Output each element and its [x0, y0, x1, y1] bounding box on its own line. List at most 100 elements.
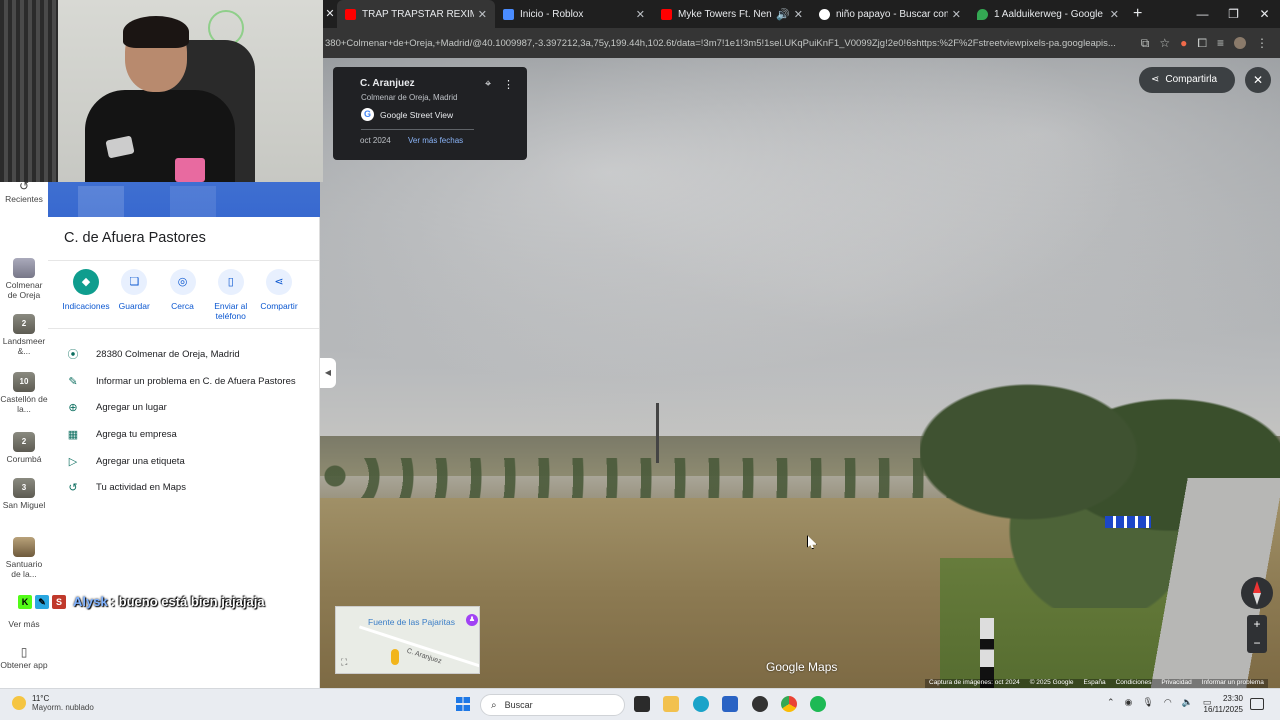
directions-button[interactable]: ◆ Indicaciones [62, 269, 110, 321]
nearby-button[interactable]: ◎ Cerca [159, 269, 207, 321]
minimize-icon[interactable]: — [1187, 0, 1218, 28]
tab-google-maps[interactable]: 1 Aalduikerweg - Google Maps ✕ [969, 0, 1127, 28]
microphone-icon[interactable]: 🎙 [1142, 697, 1153, 708]
tab-youtube-myke[interactable]: Myke Towers Ft. Ñengo Flo 🔊 ✕ [653, 0, 811, 28]
share-button[interactable]: ⋖ Compartir [255, 269, 303, 321]
windows-start-icon[interactable] [456, 697, 470, 711]
footer-country[interactable]: España [1084, 679, 1106, 688]
footer-privacy[interactable]: Privacidad [1161, 679, 1191, 688]
rail-item-landsmeer[interactable]: 2 Landsmeer &... [0, 314, 48, 356]
kebab-menu-icon[interactable]: ⋮ [1256, 36, 1268, 50]
place-photo[interactable] [48, 182, 320, 217]
close-icon[interactable]: ✕ [1110, 8, 1119, 21]
wifi-icon[interactable]: ◠ [1164, 697, 1172, 708]
location-pin-icon[interactable]: ⌖ [485, 78, 491, 91]
send-to-phone-icon: ▯ [217, 269, 244, 295]
minimap-poi-label: Fuente de las Pajaritas [368, 617, 455, 627]
tab-label: niño papayo - Buscar con Goo [836, 8, 948, 20]
close-icon[interactable]: ✕ [952, 8, 961, 21]
minimap[interactable]: Fuente de las Pajaritas ♟ C. Aranjuez ⛶ [335, 606, 480, 674]
address-row[interactable]: ⦿ 28380 Colmenar de Oreja, Madrid [48, 341, 319, 368]
google-maps-logo: Google Maps [766, 660, 837, 674]
expand-icon[interactable]: ⛶ [341, 657, 347, 668]
place-thumbnail: 2 [13, 432, 35, 452]
rail-item-label: Santuario de la... [5, 559, 43, 579]
chrome-icon[interactable] [781, 696, 797, 712]
place-title: C. de Afuera Pastores [48, 217, 319, 261]
footer-report[interactable]: Informar un problema [1202, 679, 1264, 688]
footer-terms[interactable]: Condiciones [1116, 679, 1152, 688]
rail-item-obtener-app[interactable]: ▯ Obtener app [0, 646, 48, 670]
chat-text: : bueno está bien jajajaja [110, 594, 265, 609]
system-tray: ⌃ ◉ 🎙 ◠ 🔈 ▭ [1107, 697, 1211, 708]
save-button[interactable]: ❏ Guardar [110, 269, 158, 321]
notifications-icon[interactable] [1250, 698, 1264, 710]
kebab-menu-icon[interactable]: ⋮ [503, 78, 514, 91]
new-tab-button[interactable]: + [1133, 5, 1142, 23]
rail-item-label: Recientes [5, 193, 43, 204]
pegman-icon[interactable] [391, 649, 399, 665]
spotify-icon[interactable] [810, 696, 826, 712]
rail-item-label: Castellón de la... [0, 394, 48, 414]
send-to-phone-button[interactable]: ▯ Enviar al teléfono [207, 269, 255, 321]
add-place-row[interactable]: ⊕ Agregar un lugar [48, 394, 319, 421]
rail-item-ver-mas[interactable]: Ver más [0, 619, 48, 630]
close-icon[interactable]: ✕ [478, 8, 487, 21]
media-icon[interactable]: ≡ [1217, 36, 1224, 50]
app-icon[interactable] [752, 696, 768, 712]
store-icon[interactable] [722, 696, 738, 712]
task-view-icon[interactable] [634, 696, 650, 712]
restore-icon[interactable]: ❐ [1218, 0, 1249, 28]
add-business-icon: ▦ [67, 428, 79, 441]
rail-item-label: San Miguel [2, 500, 46, 510]
share-street-view-button[interactable]: ⋖ Compartirla [1139, 67, 1235, 93]
action-label: Enviar al teléfono [214, 301, 248, 321]
more-dates-link[interactable]: Ver más fechas [408, 136, 463, 145]
close-window-icon[interactable]: ✕ [1249, 0, 1280, 28]
close-icon[interactable]: ✕ [323, 0, 337, 28]
place-thumbnail [13, 537, 35, 557]
add-label-row[interactable]: ▷ Agregar una etiqueta [48, 448, 319, 475]
compass[interactable] [1241, 577, 1273, 609]
report-problem-row[interactable]: ✎ Informar un problema en C. de Afuera Pa… [48, 368, 319, 395]
rail-item-san-miguel[interactable]: 3 San Miguel [0, 478, 48, 511]
zoom-out-button[interactable]: − [1247, 634, 1267, 653]
zoom-in-button[interactable]: + [1247, 615, 1267, 634]
avatar[interactable] [1234, 37, 1246, 49]
address-bar[interactable]: 380+Colmenar+de+Oreja,+Madrid/@40.100998… [323, 28, 1280, 58]
clock[interactable]: 23:30 16/11/2025 [1197, 693, 1243, 715]
file-explorer-icon[interactable] [663, 696, 679, 712]
speaker-icon[interactable]: 🔊 [776, 8, 790, 21]
install-app-icon[interactable]: ⧉ [1141, 36, 1150, 51]
maps-pin-icon [977, 8, 988, 20]
close-street-view-button[interactable]: ✕ [1245, 67, 1271, 93]
chevron-up-icon[interactable]: ⌃ [1107, 697, 1115, 708]
tab-youtube-trap[interactable]: TRAP TRAPSTAR REXIM ✕ [337, 0, 495, 28]
roblox-icon [503, 8, 514, 20]
collapse-panel-button[interactable]: ◀ [320, 358, 336, 388]
tab-google-search[interactable]: niño papayo - Buscar con Goo ✕ [811, 0, 969, 28]
rail-item-colmenar[interactable]: Colmenar de Oreja [0, 258, 48, 300]
shield-badge-icon: S [52, 594, 66, 609]
rail-item-recientes[interactable]: ↺ Recientes [0, 180, 48, 204]
url-text[interactable]: 380+Colmenar+de+Oreja,+Madrid/@40.100998… [323, 38, 1133, 49]
search-placeholder: Buscar [504, 700, 533, 710]
edge-icon[interactable] [693, 696, 709, 712]
rail-item-castellon[interactable]: 10 Castellón de la... [0, 372, 48, 414]
puzzle-icon[interactable]: ⧠ [1197, 36, 1207, 51]
add-business-row[interactable]: ▦ Agrega tu empresa [48, 421, 319, 448]
close-icon[interactable]: ✕ [636, 8, 645, 21]
extension-flame-icon[interactable]: ● [1180, 36, 1187, 50]
weather-widget[interactable]: 11°C Mayorm. nublado [12, 694, 94, 712]
tab-roblox[interactable]: Inicio - Roblox ✕ [495, 0, 653, 28]
network-app-icon[interactable]: ◉ [1125, 697, 1133, 708]
volume-icon[interactable]: 🔈 [1182, 697, 1193, 708]
taskbar-search[interactable]: ⌕ Buscar [480, 694, 625, 716]
star-icon[interactable]: ☆ [1159, 36, 1170, 50]
close-icon[interactable]: ✕ [794, 8, 803, 21]
rail-item-corumba[interactable]: 2 Corumbá [0, 432, 48, 465]
rail-item-label: Obtener app [0, 659, 48, 670]
rail-item-santuario[interactable]: Santuario de la... [0, 537, 48, 579]
maps-activity-row[interactable]: ↺ Tu actividad en Maps [48, 474, 319, 501]
rail-item-label: Landsmeer &... [2, 336, 46, 356]
